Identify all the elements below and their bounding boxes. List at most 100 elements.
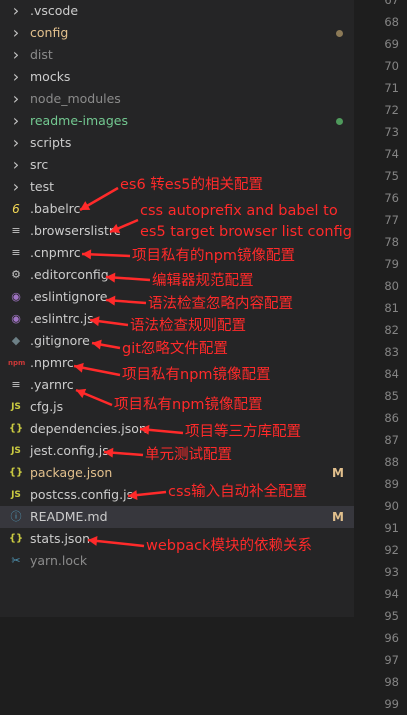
folder-item[interactable]: › mocks	[0, 66, 354, 88]
line-number: 84	[384, 367, 399, 381]
annotation-label: git忽略文件配置	[122, 341, 228, 357]
line-number: 96	[384, 631, 399, 645]
line-number: 89	[384, 477, 399, 491]
config-file-icon: ≡	[11, 378, 21, 391]
folder-item[interactable]: › .vscode	[0, 0, 354, 22]
gear-icon: ⚙	[11, 268, 21, 281]
annotation-label: 语法检查忽略内容配置	[148, 296, 293, 312]
annotation-label: 项目私有的npm镜像配置	[132, 248, 296, 264]
file-label: postcss.config.js	[30, 487, 134, 502]
javascript-icon: JS	[11, 402, 21, 412]
folder-item[interactable]: › src	[0, 154, 354, 176]
line-number: 68	[384, 15, 399, 29]
line-number: 73	[384, 125, 399, 139]
file-item[interactable]: {} package.json M	[0, 462, 354, 484]
line-number: 87	[384, 433, 399, 447]
json-icon: {}	[8, 467, 24, 478]
line-number: 70	[384, 59, 399, 73]
chevron-right-icon: ›	[12, 133, 20, 152]
line-number: 82	[384, 323, 399, 337]
file-label: .cnpmrc	[30, 245, 81, 260]
git-status-badge: M	[332, 466, 344, 480]
line-number: 88	[384, 455, 399, 469]
json-icon: {}	[8, 423, 24, 434]
file-label: .eslintignore	[30, 289, 108, 304]
line-number: 98	[384, 675, 399, 689]
file-label: readme-images	[30, 113, 128, 128]
file-label: .npmrc	[30, 355, 74, 370]
folder-item[interactable]: › scripts	[0, 132, 354, 154]
file-label: yarn.lock	[30, 553, 88, 568]
file-item[interactable]: ⓘ README.md M	[0, 506, 354, 528]
annotation-label: 语法检查规则配置	[130, 318, 246, 334]
annotation-label: es5 target browser list config	[140, 224, 352, 240]
config-file-icon: ≡	[11, 224, 21, 237]
folder-item[interactable]: › dist	[0, 44, 354, 66]
chevron-right-icon: ›	[12, 67, 20, 86]
file-label: test	[30, 179, 55, 194]
chevron-right-icon: ›	[12, 177, 20, 196]
annotation-label: css输入自动补全配置	[168, 484, 308, 500]
annotation-label: 项目私有npm镜像配置	[114, 397, 263, 413]
file-label: cfg.js	[30, 399, 64, 414]
info-icon: ⓘ	[10, 510, 22, 523]
folder-item[interactable]: › config	[0, 22, 354, 44]
line-number: 75	[384, 169, 399, 183]
line-number: 93	[384, 565, 399, 579]
git-icon: ◆	[11, 334, 21, 347]
file-label: .yarnrc	[30, 377, 74, 392]
line-number: 80	[384, 279, 399, 293]
line-number: 72	[384, 103, 399, 117]
eslint-icon: ◉	[11, 312, 21, 325]
file-label: .browserslistrc	[30, 223, 121, 238]
file-label: scripts	[30, 135, 72, 150]
annotation-label: 编辑器规范配置	[152, 273, 254, 289]
line-number: 78	[384, 235, 399, 249]
file-label: package.json	[30, 465, 113, 480]
file-label: README.md	[30, 509, 108, 524]
json-icon: {}	[8, 533, 24, 544]
file-label: .gitignore	[30, 333, 90, 348]
git-status-badge: M	[332, 510, 344, 524]
annotation-label: 项目私有npm镜像配置	[122, 367, 271, 383]
file-label: .babelrc	[30, 201, 81, 216]
eslint-icon: ◉	[11, 290, 21, 303]
line-number: 86	[384, 411, 399, 425]
file-label: jest.config.js	[30, 443, 109, 458]
line-number: 92	[384, 543, 399, 557]
line-number: 74	[384, 147, 399, 161]
line-number: 69	[384, 37, 399, 51]
npm-icon: npm	[8, 359, 26, 367]
file-label: node_modules	[30, 91, 121, 106]
babel-icon: 6	[12, 202, 20, 216]
chevron-right-icon: ›	[12, 89, 20, 108]
status-dot	[336, 118, 343, 125]
file-label: mocks	[30, 69, 71, 84]
line-number: 97	[384, 653, 399, 667]
annotation-label: 单元测试配置	[145, 447, 232, 463]
line-number: 79	[384, 257, 399, 271]
line-number: 95	[384, 609, 399, 623]
line-number: 81	[384, 301, 399, 315]
chevron-right-icon: ›	[12, 45, 20, 64]
chevron-right-icon: ›	[12, 23, 20, 42]
file-label: .eslintrc.js	[30, 311, 94, 326]
file-label: src	[30, 157, 49, 172]
chevron-right-icon: ›	[12, 155, 20, 174]
annotation-label: 项目等三方库配置	[185, 424, 301, 440]
folder-item[interactable]: › node_modules	[0, 88, 354, 110]
line-number: 90	[384, 499, 399, 513]
line-number: 71	[384, 81, 399, 95]
chevron-right-icon: ›	[12, 1, 20, 20]
file-label: .vscode	[30, 3, 79, 18]
file-label: dist	[30, 47, 53, 62]
annotation-label: webpack模块的依赖关系	[146, 538, 312, 554]
folder-item[interactable]: › readme-images	[0, 110, 354, 132]
file-label: .editorconfig	[30, 267, 109, 282]
line-number: 85	[384, 389, 399, 403]
javascript-icon: JS	[11, 490, 21, 500]
chevron-right-icon: ›	[12, 111, 20, 130]
line-number: 67	[384, 0, 399, 7]
line-number: 99	[384, 697, 399, 711]
status-dot	[336, 30, 343, 37]
